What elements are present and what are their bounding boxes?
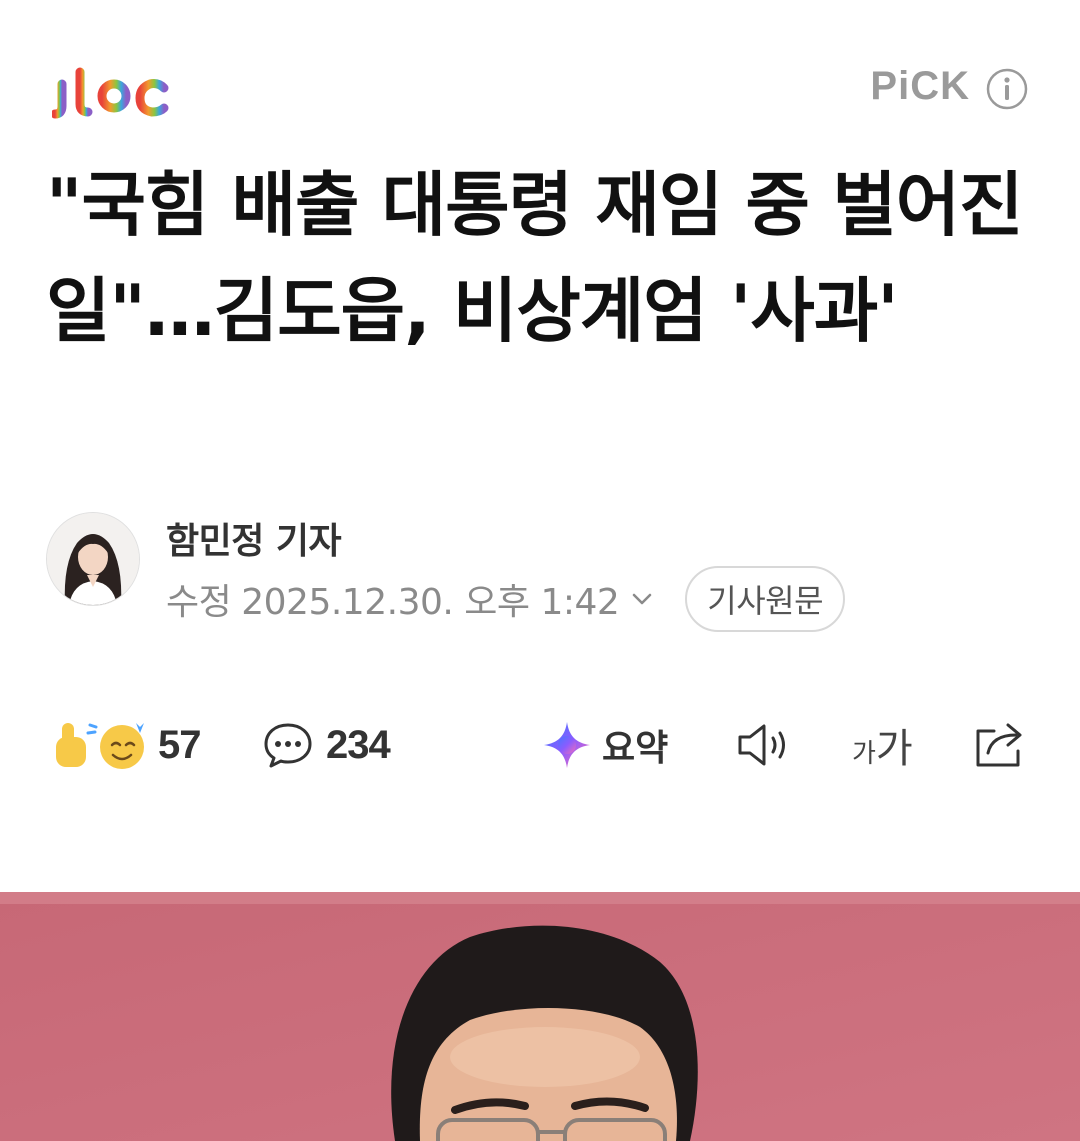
modified-label: 수정	[166, 582, 232, 623]
article-photo-image	[0, 892, 1080, 1141]
font-size-label: 가가	[852, 726, 913, 772]
text-to-speech-button[interactable]	[736, 710, 794, 780]
summary-label: 요약	[602, 728, 669, 769]
reactions-count: 57	[158, 722, 201, 767]
reporter-photo	[47, 513, 139, 605]
reaction-emoji-icon	[56, 723, 144, 769]
summary-button[interactable]: 요약	[542, 710, 668, 780]
share-icon	[976, 723, 1022, 767]
share-button[interactable]	[972, 710, 1028, 780]
article-headline: "국힘 배출 대통령 재임 중 벌어진 일"…김도읍, 비상계엄 '사과'	[46, 164, 1024, 352]
reporter-avatar[interactable]	[46, 512, 140, 606]
byline: 함민정 기자 수정 2025.12.30. 오후 1:42 기사원문	[46, 508, 1036, 632]
header: PiCK	[0, 0, 1080, 140]
original-article-button[interactable]: 기사원문	[685, 566, 846, 632]
summary-sparkle-icon	[544, 722, 590, 768]
font-size-button[interactable]: 가가	[852, 710, 913, 780]
action-bar: 57 234 요약 가가	[50, 710, 1030, 780]
comments-count: 234	[326, 722, 391, 767]
speaker-icon	[738, 724, 785, 766]
reactions-button[interactable]: 57	[50, 710, 201, 780]
article-page: PiCK "국힘 배출 대통령 재임 중 벌어진 일"…김도읍, 비상계엄 '사…	[0, 0, 1080, 1141]
article-photo[interactable]	[0, 892, 1080, 1141]
info-icon[interactable]	[986, 68, 1028, 110]
author-name[interactable]: 함민정 기자	[166, 512, 342, 564]
comments-button[interactable]: 234	[262, 710, 391, 780]
comment-icon	[264, 723, 312, 768]
pick-label[interactable]: PiCK	[870, 64, 970, 109]
chevron-down-icon[interactable]	[629, 586, 655, 612]
modified-datetime[interactable]: 2025.12.30. 오후 1:42	[241, 573, 620, 625]
jtbc-logo[interactable]	[52, 62, 172, 122]
article-meta: 수정 2025.12.30. 오후 1:42 기사원문	[166, 566, 846, 632]
